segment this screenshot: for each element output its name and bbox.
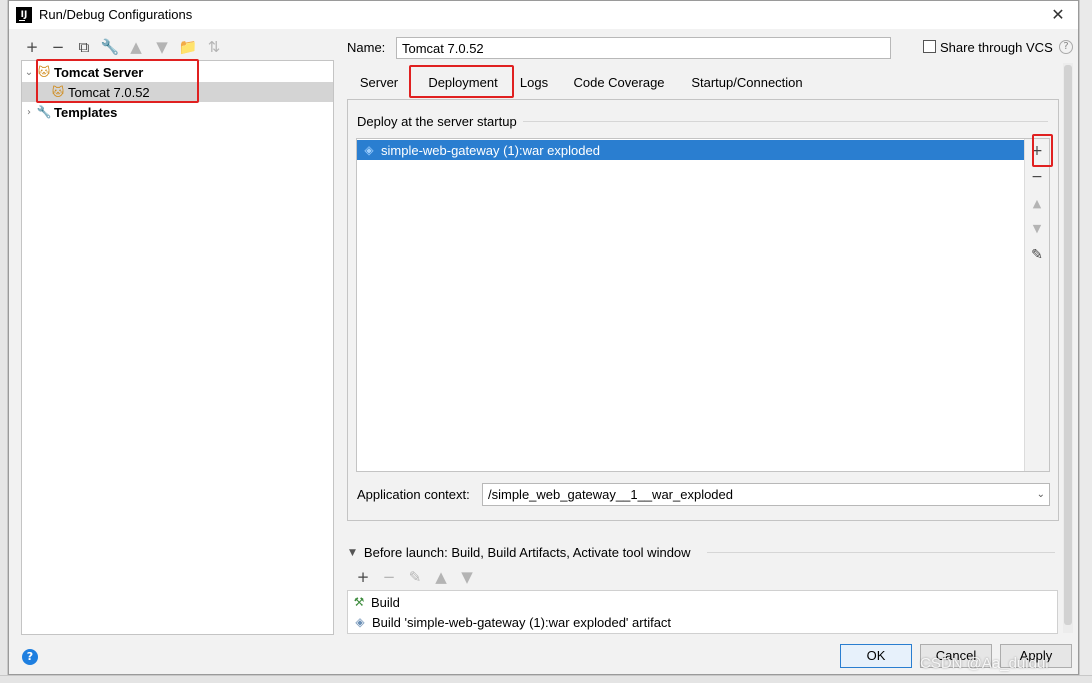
configurations-tree: ⌄ 🐱 Tomcat Server 🐱 Tomcat 7.0.52 › 🔧 Te… (21, 60, 334, 635)
section-divider (523, 121, 1048, 122)
share-help-icon[interactable]: ? (1059, 40, 1073, 54)
list-item[interactable]: ◈ Build 'simple-web-gateway (1):war expl… (348, 612, 1057, 632)
deployment-panel: Deploy at the server startup ◈ simple-we… (347, 99, 1059, 521)
close-button[interactable]: ✕ (1048, 5, 1068, 25)
tab-deployment[interactable]: Deployment (421, 71, 505, 95)
artifact-label: simple-web-gateway (1):war exploded (381, 142, 600, 158)
move-up-artifact-button[interactable]: ▲ (1027, 194, 1047, 214)
remove-configuration-button[interactable]: − (47, 37, 69, 57)
chevron-down-icon[interactable]: ⌄ (22, 65, 36, 79)
help-icon[interactable]: ? (22, 649, 38, 665)
name-field[interactable] (396, 37, 891, 59)
deploy-side-toolbar: + − ▲ ▼ ✎ (1025, 139, 1049, 471)
move-down-task-button[interactable]: ▼ (456, 567, 478, 587)
chevron-down-icon[interactable]: ⌄ (1037, 484, 1045, 505)
ok-button[interactable]: OK (840, 644, 912, 668)
tree-item-label: Tomcat 7.0.52 (68, 84, 150, 100)
add-task-button[interactable]: + (352, 567, 374, 587)
window-title: Run/Debug Configurations (39, 7, 193, 22)
deploy-section-label: Deploy at the server startup (357, 114, 517, 129)
artifact-icon: ◈ (355, 615, 365, 629)
move-down-button[interactable]: ▼ (151, 37, 173, 57)
section-divider (707, 552, 1055, 553)
background-ide-edge-bottom (0, 675, 1092, 683)
before-launch-list: ⚒ Build ◈ Build 'simple-web-gateway (1):… (347, 590, 1058, 634)
chevron-right-icon[interactable]: › (22, 105, 36, 119)
tomcat-icon: 🐱 (37, 65, 51, 79)
share-vcs-checkbox[interactable] (923, 40, 936, 53)
watermark: CSDN @Aa_duidui (920, 655, 1049, 672)
tree-item-templates[interactable]: › 🔧 Templates (22, 102, 333, 122)
folder-icon[interactable]: 📁 (177, 37, 199, 57)
copy-configuration-button[interactable]: ⧉ (73, 37, 95, 57)
configurations-toolbar: + − ⧉ 🔧 ▲ ▼ 📁 ⇅ (21, 37, 225, 57)
before-launch-toolbar: + − ✎ ▲ ▼ (352, 567, 478, 587)
before-launch-label: Before launch: Build, Build Artifacts, A… (363, 545, 691, 560)
task-label: Build 'simple-web-gateway (1):war explod… (372, 614, 672, 630)
before-launch-header[interactable]: ▼ Before launch: Build, Build Artifacts,… (349, 545, 691, 560)
name-label: Name: (347, 40, 386, 55)
scrollbar-thumb[interactable] (1064, 65, 1072, 625)
edit-artifact-pencil-icon[interactable]: ✎ (1027, 245, 1047, 265)
remove-artifact-button[interactable]: − (1027, 167, 1047, 187)
tab-code-coverage[interactable]: Code Coverage (571, 71, 667, 95)
intellij-app-icon: IJ (16, 7, 32, 23)
deploy-artifacts-list: ◈ simple-web-gateway (1):war exploded + … (356, 138, 1050, 472)
background-ide-edge-right (1079, 0, 1092, 683)
add-artifact-button[interactable]: + (1027, 141, 1047, 161)
tab-startup-connection[interactable]: Startup/Connection (689, 71, 805, 95)
tree-item-label: Templates (54, 104, 118, 120)
tab-logs[interactable]: Logs (517, 71, 551, 95)
hammer-icon: ⚒ (353, 595, 365, 609)
title-bar: IJ Run/Debug Configurations ✕ (9, 1, 1078, 29)
move-up-button[interactable]: ▲ (125, 37, 147, 57)
remove-task-button[interactable]: − (378, 567, 400, 587)
tree-item-tomcat-7-0-52[interactable]: 🐱 Tomcat 7.0.52 (22, 82, 333, 102)
task-label: Build (371, 594, 400, 610)
tomcat-icon: 🐱 (51, 85, 65, 99)
add-configuration-button[interactable]: + (21, 37, 43, 57)
move-down-artifact-button[interactable]: ▼ (1027, 219, 1047, 239)
sort-button[interactable]: ⇅ (203, 37, 225, 57)
run-debug-dialog: IJ Run/Debug Configurations ✕ + − ⧉ 🔧 ▲ … (8, 0, 1079, 675)
background-ide-edge-left (0, 0, 8, 683)
application-context-label: Application context: (357, 487, 470, 502)
tree-item-label: Tomcat Server (54, 64, 144, 80)
application-context-field[interactable]: /simple_web_gateway__1__war_exploded ⌄ (482, 483, 1050, 506)
wrench-icon: 🔧 (36, 105, 52, 119)
list-item[interactable]: ⚒ Build (348, 592, 1057, 612)
edit-task-pencil-icon[interactable]: ✎ (404, 567, 426, 587)
share-vcs-label[interactable]: Share through VCS (940, 40, 1053, 55)
application-context-value: /simple_web_gateway__1__war_exploded (488, 487, 734, 502)
artifact-icon: ◈ (364, 143, 374, 157)
move-up-task-button[interactable]: ▲ (430, 567, 452, 587)
collapse-triangle-icon[interactable]: ▼ (349, 548, 356, 558)
list-item[interactable]: ◈ simple-web-gateway (1):war exploded (357, 140, 1024, 160)
edit-defaults-wrench-icon[interactable]: 🔧 (99, 37, 121, 57)
tree-item-tomcat-server[interactable]: ⌄ 🐱 Tomcat Server (22, 62, 333, 82)
tab-server[interactable]: Server (359, 71, 399, 95)
